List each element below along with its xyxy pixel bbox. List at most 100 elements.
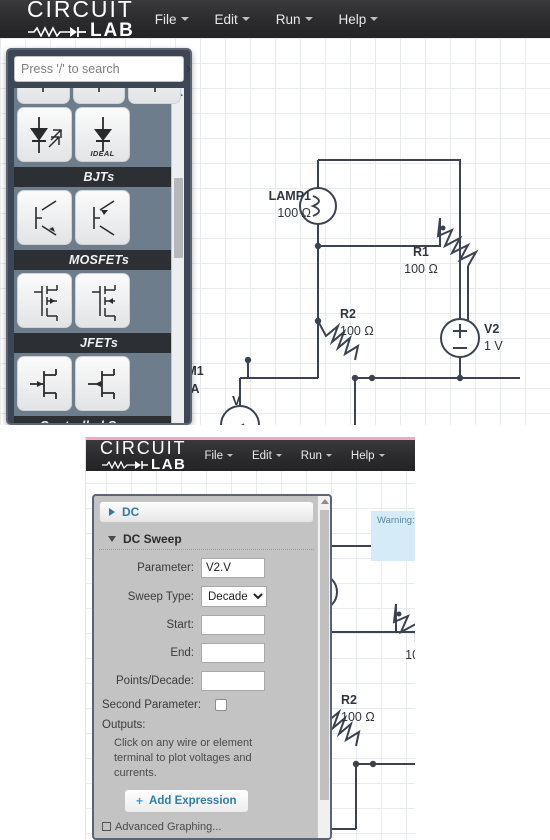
p-jfet-icon	[87, 368, 115, 399]
voltmeter-glyph: V	[232, 393, 241, 408]
r2-label-2: R2	[341, 693, 357, 707]
menu-run-2[interactable]: Run	[301, 450, 332, 462]
toolbox-row-diodes[interactable]: IDEAL	[14, 104, 184, 162]
menu-file[interactable]: File	[155, 12, 189, 27]
toolbox-scrollbar[interactable]	[171, 88, 184, 423]
end-label: End:	[170, 647, 194, 659]
menu-file-2[interactable]: File	[204, 450, 233, 462]
menu-edit-2[interactable]: Edit	[252, 450, 282, 462]
menu-help[interactable]: Help	[339, 12, 379, 27]
add-expression-button[interactable]: + Add Expression	[124, 788, 249, 813]
field-row-start: Start:	[102, 615, 314, 635]
toolbox-group-mosfets[interactable]: MOSFETs	[14, 250, 184, 270]
advanced-graphing-link[interactable]: Advanced Graphing...	[102, 821, 314, 833]
chevron-down-icon	[370, 17, 379, 21]
toolbox-search-input[interactable]	[21, 62, 182, 76]
accordion-dc-sweep-label: DC Sweep	[123, 531, 182, 546]
outputs-label: Outputs:	[102, 719, 146, 731]
toolbox-scroll-thumb[interactable]	[174, 178, 183, 258]
toolbox-list[interactable]: IDEAL BJTs MOSFETs JFETs	[14, 88, 184, 423]
app-header: CIRCUIT LAB File Edit Run Help	[0, 0, 550, 41]
add-expression-label: Add Expression	[149, 794, 237, 807]
r2-value: 100 Ω	[340, 323, 374, 338]
field-row-points-decade: Points/Decade:	[102, 671, 314, 691]
menubar-2: File Edit Run Help	[204, 450, 385, 462]
npn-transistor-icon	[34, 199, 56, 236]
r2-label: R2	[340, 307, 356, 321]
menu-edit-label-2: Edit	[251, 449, 272, 462]
r1-label-2: R1	[391, 630, 415, 647]
menubar: File Edit Run Help	[155, 12, 379, 27]
points-decade-label: Points/Decade:	[116, 675, 194, 687]
menu-edit[interactable]: Edit	[215, 12, 250, 27]
component-cell-pnp[interactable]	[75, 190, 130, 245]
menu-run-label-2: Run	[300, 449, 322, 462]
menu-edit-label: Edit	[214, 11, 238, 27]
second-parameter-checkbox[interactable]	[215, 699, 227, 711]
component-cell-ideal-diode[interactable]: IDEAL	[75, 107, 130, 162]
app-header-2: CIRCUIT LAB File Edit Run Help	[86, 437, 415, 472]
chevron-down-icon	[241, 17, 250, 21]
plus-icon: +	[136, 793, 144, 808]
sim-scrollbar[interactable]	[317, 496, 330, 838]
diode-icon	[98, 88, 100, 92]
toolbox-group-jfets[interactable]: JFETs	[14, 333, 184, 353]
accordion-dc-sweep[interactable]: DC Sweep	[99, 528, 314, 550]
component-cell[interactable]	[128, 88, 182, 104]
second-parameter-label: Second Parameter:	[102, 699, 202, 711]
component-cell-pjfet[interactable]	[75, 356, 130, 411]
component-cell-led[interactable]	[17, 107, 72, 162]
chevron-down-icon	[325, 454, 332, 457]
toolbox-row-jfets[interactable]	[14, 353, 184, 411]
led-icon	[29, 116, 62, 153]
schottky-diode-icon	[153, 88, 156, 92]
component-cell-njfet[interactable]	[17, 356, 72, 411]
toolbox-row-clipped[interactable]	[14, 88, 184, 104]
toolbox-group-controlled-sources[interactable]: Controlled Sources	[14, 416, 184, 423]
sim-scroll-thumb[interactable]	[320, 510, 329, 800]
toolbox-group-bjts[interactable]: BJTs	[14, 167, 184, 187]
component-cell-nmos[interactable]	[17, 273, 72, 328]
chevron-down-icon	[180, 17, 189, 21]
start-input[interactable]	[201, 615, 265, 635]
r1-value-2: 100 Ω	[405, 647, 415, 662]
component-cell-npn[interactable]	[17, 190, 72, 245]
pnp-transistor-icon	[92, 199, 114, 236]
component-cell[interactable]	[72, 88, 126, 104]
chevron-right-icon	[109, 508, 115, 516]
chevron-down-icon	[226, 454, 233, 457]
simulation-sidebar[interactable]: DC DC Sweep Parameter: Sweep Type: Decad…	[92, 494, 332, 840]
warning-line2: W	[377, 540, 415, 551]
toolbox-search-bar[interactable]: ×	[14, 56, 190, 82]
scroll-up-icon[interactable]	[321, 499, 329, 504]
component-toolbox-panel[interactable]: ×	[6, 48, 192, 425]
menu-help-label: Help	[338, 11, 367, 27]
menu-file-label: File	[154, 11, 177, 27]
parameter-input[interactable]	[201, 558, 265, 578]
warning-box[interactable]: Warning: W	[371, 511, 415, 561]
circuitlab-logo-2: CIRCUIT LAB	[100, 439, 186, 472]
points-decade-input[interactable]	[201, 671, 265, 691]
field-row-end: End:	[102, 643, 314, 663]
toolbox-row-bjts[interactable]	[14, 187, 184, 245]
r1-value: 100 Ω	[404, 261, 438, 276]
end-input[interactable]	[201, 643, 265, 663]
circuitlab-editor-window: LAMP1 100 Ω R1 100 Ω R2 100 Ω V2 1 V VM1…	[0, 0, 550, 425]
field-row-parameter: Parameter:	[102, 558, 314, 578]
close-icon[interactable]: ×	[182, 62, 190, 76]
parameter-label: Parameter:	[137, 562, 194, 574]
logo-word-lab: LAB	[90, 20, 135, 41]
sweep-type-select[interactable]: Decade	[201, 586, 267, 607]
accordion-dc-label: DC	[122, 505, 140, 519]
menu-help-2[interactable]: Help	[351, 450, 385, 462]
start-label: Start:	[166, 619, 194, 631]
toolbox-row-mosfets[interactable]	[14, 270, 184, 328]
ideal-tag: IDEAL	[90, 149, 115, 158]
logo-word-lab-2: LAB	[151, 456, 187, 473]
menu-run[interactable]: Run	[276, 12, 313, 27]
field-row-sweep-type: Sweep Type: Decade	[102, 586, 314, 607]
chevron-down-icon	[108, 535, 116, 542]
accordion-dc[interactable]: DC	[99, 501, 314, 523]
component-cell-pmos[interactable]	[75, 273, 130, 328]
component-cell[interactable]	[17, 88, 70, 104]
